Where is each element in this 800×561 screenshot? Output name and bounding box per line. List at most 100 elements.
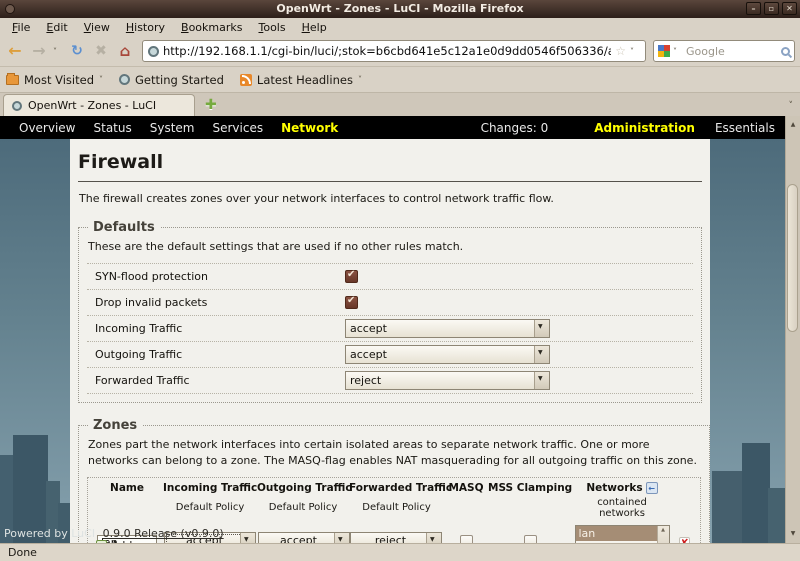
history-chevron-icon[interactable]: ˅ (53, 47, 63, 56)
add-icon (96, 540, 107, 543)
search-input[interactable] (686, 45, 778, 58)
scroll-up-icon[interactable]: ▲ (661, 528, 665, 533)
search-box[interactable]: ˅ (653, 40, 795, 62)
luci-nav-bar: Overview Status System Services Network … (0, 116, 785, 139)
tab-list-chevron-icon[interactable]: ˅ (789, 101, 794, 111)
bookmarks-bar: Most Visited ˅ Getting Started Latest He… (0, 66, 800, 92)
masq-checkbox[interactable] (460, 535, 473, 543)
navigation-toolbar: ← → ˅ ↻ ✖ ⌂ ☆ ˅ ˅ (0, 36, 800, 66)
nav-services[interactable]: Services (204, 121, 273, 135)
menu-view[interactable]: View (76, 19, 118, 36)
bookmark-getting-started[interactable]: Getting Started (119, 73, 224, 87)
url-dropdown-icon[interactable]: ˅ (630, 47, 640, 56)
menu-file[interactable]: File (4, 19, 38, 36)
maximize-button[interactable]: ▫ (764, 2, 779, 15)
col-header-outgoing: Outgoing Traffic (257, 480, 349, 494)
close-button[interactable]: ✕ (782, 2, 797, 15)
drop-invalid-checkbox[interactable] (345, 296, 358, 309)
col-header-networks: Networks ← (572, 480, 672, 494)
mss-clamping-checkbox[interactable] (524, 535, 537, 543)
zones-description: Zones part the network interfaces into c… (88, 437, 701, 469)
bookmark-latest-headlines[interactable]: Latest Headlines ˅ (240, 73, 362, 87)
refresh-icon[interactable]: ↻ (67, 40, 87, 62)
nav-essentials[interactable]: Essentials (715, 121, 775, 135)
networks-multiselect[interactable]: lan wan ▲ ▼ (575, 525, 670, 543)
zones-fieldset: Zones Zones part the network interfaces … (78, 418, 710, 543)
defaults-description: These are the default settings that are … (88, 239, 693, 255)
menu-help[interactable]: Help (294, 19, 335, 36)
multiselect-scrollbar[interactable]: ▲ ▼ (657, 526, 669, 543)
zones-legend: Zones (88, 418, 142, 433)
menubar: File Edit View History Bookmarks Tools H… (0, 18, 800, 36)
rss-icon (240, 74, 252, 86)
home-icon[interactable]: ⌂ (115, 40, 135, 62)
tab-openwrt-zones[interactable]: OpenWrt - Zones - LuCI (3, 94, 195, 116)
window-icon (5, 4, 15, 14)
col-header-forwarded: Forwarded Traffic (349, 480, 444, 494)
incoming-traffic-select[interactable]: accept (345, 319, 550, 338)
outgoing-traffic-select[interactable]: accept (345, 345, 550, 364)
site-favicon (148, 46, 159, 57)
globe-icon (119, 74, 130, 85)
forwarded-traffic-select[interactable]: reject (345, 371, 550, 390)
google-logo-icon (658, 45, 670, 57)
search-engine-chevron-icon[interactable]: ˅ (673, 47, 683, 56)
scroll-up-icon[interactable]: ▲ (786, 118, 800, 132)
stop-icon[interactable]: ✖ (91, 40, 111, 62)
firefox-window: OpenWrt - Zones - LuCI - Mozilla Firefox… (0, 0, 800, 561)
url-bar[interactable]: ☆ ˅ (142, 40, 646, 62)
nav-overview[interactable]: Overview (10, 121, 85, 135)
field-row: Forwarded Traffic reject (87, 368, 693, 394)
field-label: SYN-flood protection (87, 270, 345, 283)
subheader-default-policy: Default Policy (349, 494, 444, 522)
network-option[interactable]: lan (576, 526, 657, 541)
search-icon[interactable] (781, 47, 790, 56)
add-zone-button[interactable]: Add (96, 539, 132, 543)
chevron-down-icon: ˅ (99, 75, 103, 84)
zone-forwarded-select[interactable]: reject (350, 532, 442, 543)
forward-icon[interactable]: → (29, 40, 49, 62)
menu-history[interactable]: History (118, 19, 173, 36)
network-option[interactable]: wan (576, 541, 657, 543)
new-tab-icon[interactable]: ✚ (205, 97, 217, 113)
minimize-button[interactable]: – (746, 2, 761, 15)
scrollbar-thumb[interactable] (787, 184, 798, 332)
chevron-down-icon (534, 372, 549, 389)
menu-bookmarks[interactable]: Bookmarks (173, 19, 250, 36)
subheader-contained-networks: contained networks (572, 494, 672, 522)
status-text: Done (8, 546, 37, 559)
menu-edit[interactable]: Edit (38, 19, 75, 36)
vertical-scrollbar[interactable]: ▲ ▼ (785, 116, 800, 543)
delete-zone-icon[interactable]: ✘ (679, 537, 689, 543)
bookmark-most-visited[interactable]: Most Visited ˅ (6, 73, 103, 87)
field-label: Incoming Traffic (87, 322, 345, 335)
subheader-default-policy: Default Policy (163, 494, 257, 522)
field-row: Incoming Traffic accept (87, 316, 693, 342)
chevron-down-icon (240, 533, 255, 543)
page-title: Firewall (78, 151, 702, 182)
zone-outgoing-select[interactable]: accept (258, 532, 350, 543)
col-header-incoming: Incoming Traffic (163, 480, 257, 494)
defaults-fieldset: Defaults These are the default settings … (78, 220, 702, 403)
chevron-down-icon (534, 346, 549, 363)
networks-hint-icon[interactable]: ← (646, 482, 658, 494)
nav-status[interactable]: Status (85, 121, 141, 135)
scroll-down-icon[interactable]: ▼ (786, 527, 800, 541)
url-input[interactable] (163, 44, 611, 58)
status-bar: Done (0, 543, 800, 561)
nav-system[interactable]: System (141, 121, 204, 135)
menu-tools[interactable]: Tools (250, 19, 293, 36)
field-label: Outgoing Traffic (87, 348, 345, 361)
tab-favicon (12, 101, 22, 111)
subheader-default-policy: Default Policy (257, 494, 349, 522)
back-icon[interactable]: ← (5, 40, 25, 62)
field-row: Outgoing Traffic accept (87, 342, 693, 368)
col-header-name: Name (91, 480, 163, 494)
building-silhouette (712, 471, 744, 543)
bookmark-star-icon[interactable]: ☆ (615, 44, 626, 58)
syn-flood-checkbox[interactable] (345, 270, 358, 283)
page-viewport: Firewall The firewall creates zones over… (0, 139, 785, 543)
nav-network[interactable]: Network (272, 121, 347, 135)
nav-administration[interactable]: Administration (594, 121, 715, 135)
changes-counter[interactable]: Changes: 0 (481, 121, 595, 135)
